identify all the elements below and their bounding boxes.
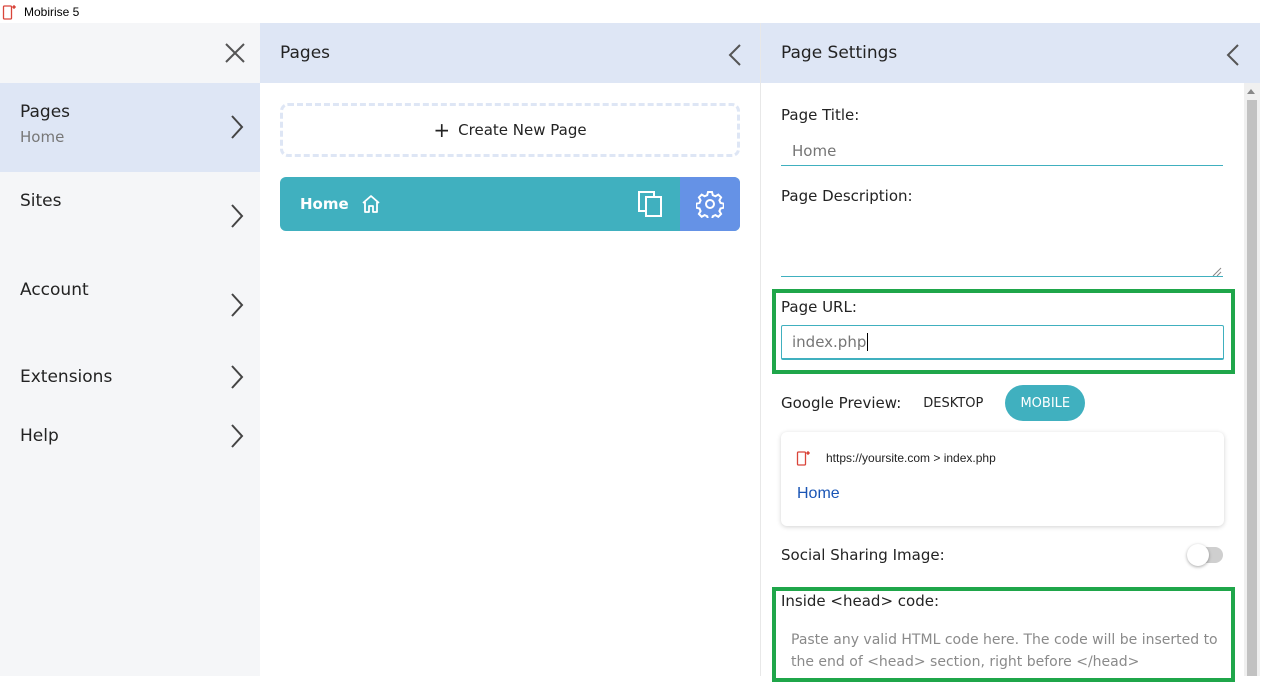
page-settings-panel: Page Settings Page Title: Page Descripti…: [760, 23, 1260, 682]
google-preview-row: Google Preview: DESKTOP MOBILE: [781, 385, 1086, 421]
chevron-right-icon: [231, 115, 244, 139]
title-bar: Mobirise 5: [0, 0, 1275, 23]
close-icon[interactable]: [224, 42, 246, 64]
mobirise-logo-icon: [2, 4, 16, 20]
sidebar-item-label: Help: [20, 426, 59, 446]
gear-icon: [696, 191, 724, 218]
scroll-up-arrow-icon[interactable]: [1247, 89, 1255, 94]
window-title: Mobirise 5: [24, 4, 80, 19]
text-caret: [867, 333, 869, 351]
sidebar-item-sites[interactable]: Sites: [0, 172, 260, 261]
page-item-name: Home: [300, 195, 349, 213]
pages-panel: Pages + Create New Page Home: [260, 23, 760, 676]
settings-panel-header: Page Settings: [761, 23, 1260, 83]
page-title-input[interactable]: [781, 136, 1223, 166]
preview-url: https://yoursite.com > index.php: [826, 451, 996, 465]
chevron-right-icon: [231, 424, 244, 448]
social-sharing-label: Social Sharing Image:: [781, 546, 945, 564]
page-item-home[interactable]: Home: [280, 177, 740, 231]
chevron-right-icon: [231, 293, 244, 317]
page-title-label: Page Title:: [781, 106, 860, 124]
sidebar-item-label: Pages: [20, 102, 71, 122]
page-url-input[interactable]: index.php: [781, 325, 1224, 360]
page-url-label: Page URL:: [781, 298, 857, 316]
panel-title: Pages: [280, 43, 331, 63]
chevron-left-icon[interactable]: [1226, 43, 1240, 67]
google-preview-label: Google Preview:: [781, 394, 902, 412]
pages-panel-header: Pages: [260, 23, 760, 83]
chevron-left-icon[interactable]: [728, 43, 742, 67]
sidebar-item-label: Extensions: [20, 367, 113, 387]
sidebar-item-label: Account: [20, 280, 89, 300]
tab-desktop[interactable]: DESKTOP: [923, 396, 983, 411]
sidebar-item-sublabel: Home: [20, 128, 65, 146]
page-settings-button[interactable]: [680, 177, 740, 231]
scrollbar-thumb[interactable]: [1247, 100, 1257, 676]
resize-grip-icon[interactable]: [1212, 267, 1222, 277]
head-code-input[interactable]: Paste any valid HTML code here. The code…: [791, 629, 1221, 673]
sidebar: Pages Home Sites Account Extensions Help: [0, 23, 260, 676]
social-sharing-toggle[interactable]: [1187, 544, 1223, 566]
sidebar-item-help[interactable]: Help: [0, 409, 260, 468]
sidebar-item-account[interactable]: Account: [0, 261, 260, 350]
google-preview-card: https://yoursite.com > index.php Home: [781, 432, 1224, 526]
preview-title: Home: [797, 485, 840, 502]
panel-title: Page Settings: [781, 43, 898, 63]
duplicate-icon[interactable]: [636, 189, 666, 219]
mobirise-logo-icon: [796, 451, 810, 466]
head-code-label: Inside <head> code:: [781, 592, 940, 610]
create-new-page-label: Create New Page: [458, 121, 587, 139]
sidebar-item-extensions[interactable]: Extensions: [0, 350, 260, 409]
sidebar-header: [0, 23, 260, 83]
page-description-label: Page Description:: [781, 187, 913, 205]
chevron-right-icon: [231, 365, 244, 389]
scrollbar[interactable]: [1244, 83, 1260, 676]
chevron-right-icon: [231, 204, 244, 228]
page-url-value: index.php: [792, 333, 867, 351]
plus-icon: +: [433, 118, 451, 142]
page-description-input[interactable]: [781, 221, 1223, 277]
sidebar-item-pages[interactable]: Pages Home: [0, 83, 260, 172]
sidebar-item-label: Sites: [20, 191, 62, 211]
toggle-knob: [1187, 544, 1209, 566]
settings-form: Page Title: Page Description: Page URL: …: [761, 83, 1245, 682]
create-new-page-button[interactable]: + Create New Page: [280, 103, 740, 157]
home-icon: [362, 195, 380, 213]
tab-mobile[interactable]: MOBILE: [1005, 385, 1086, 421]
